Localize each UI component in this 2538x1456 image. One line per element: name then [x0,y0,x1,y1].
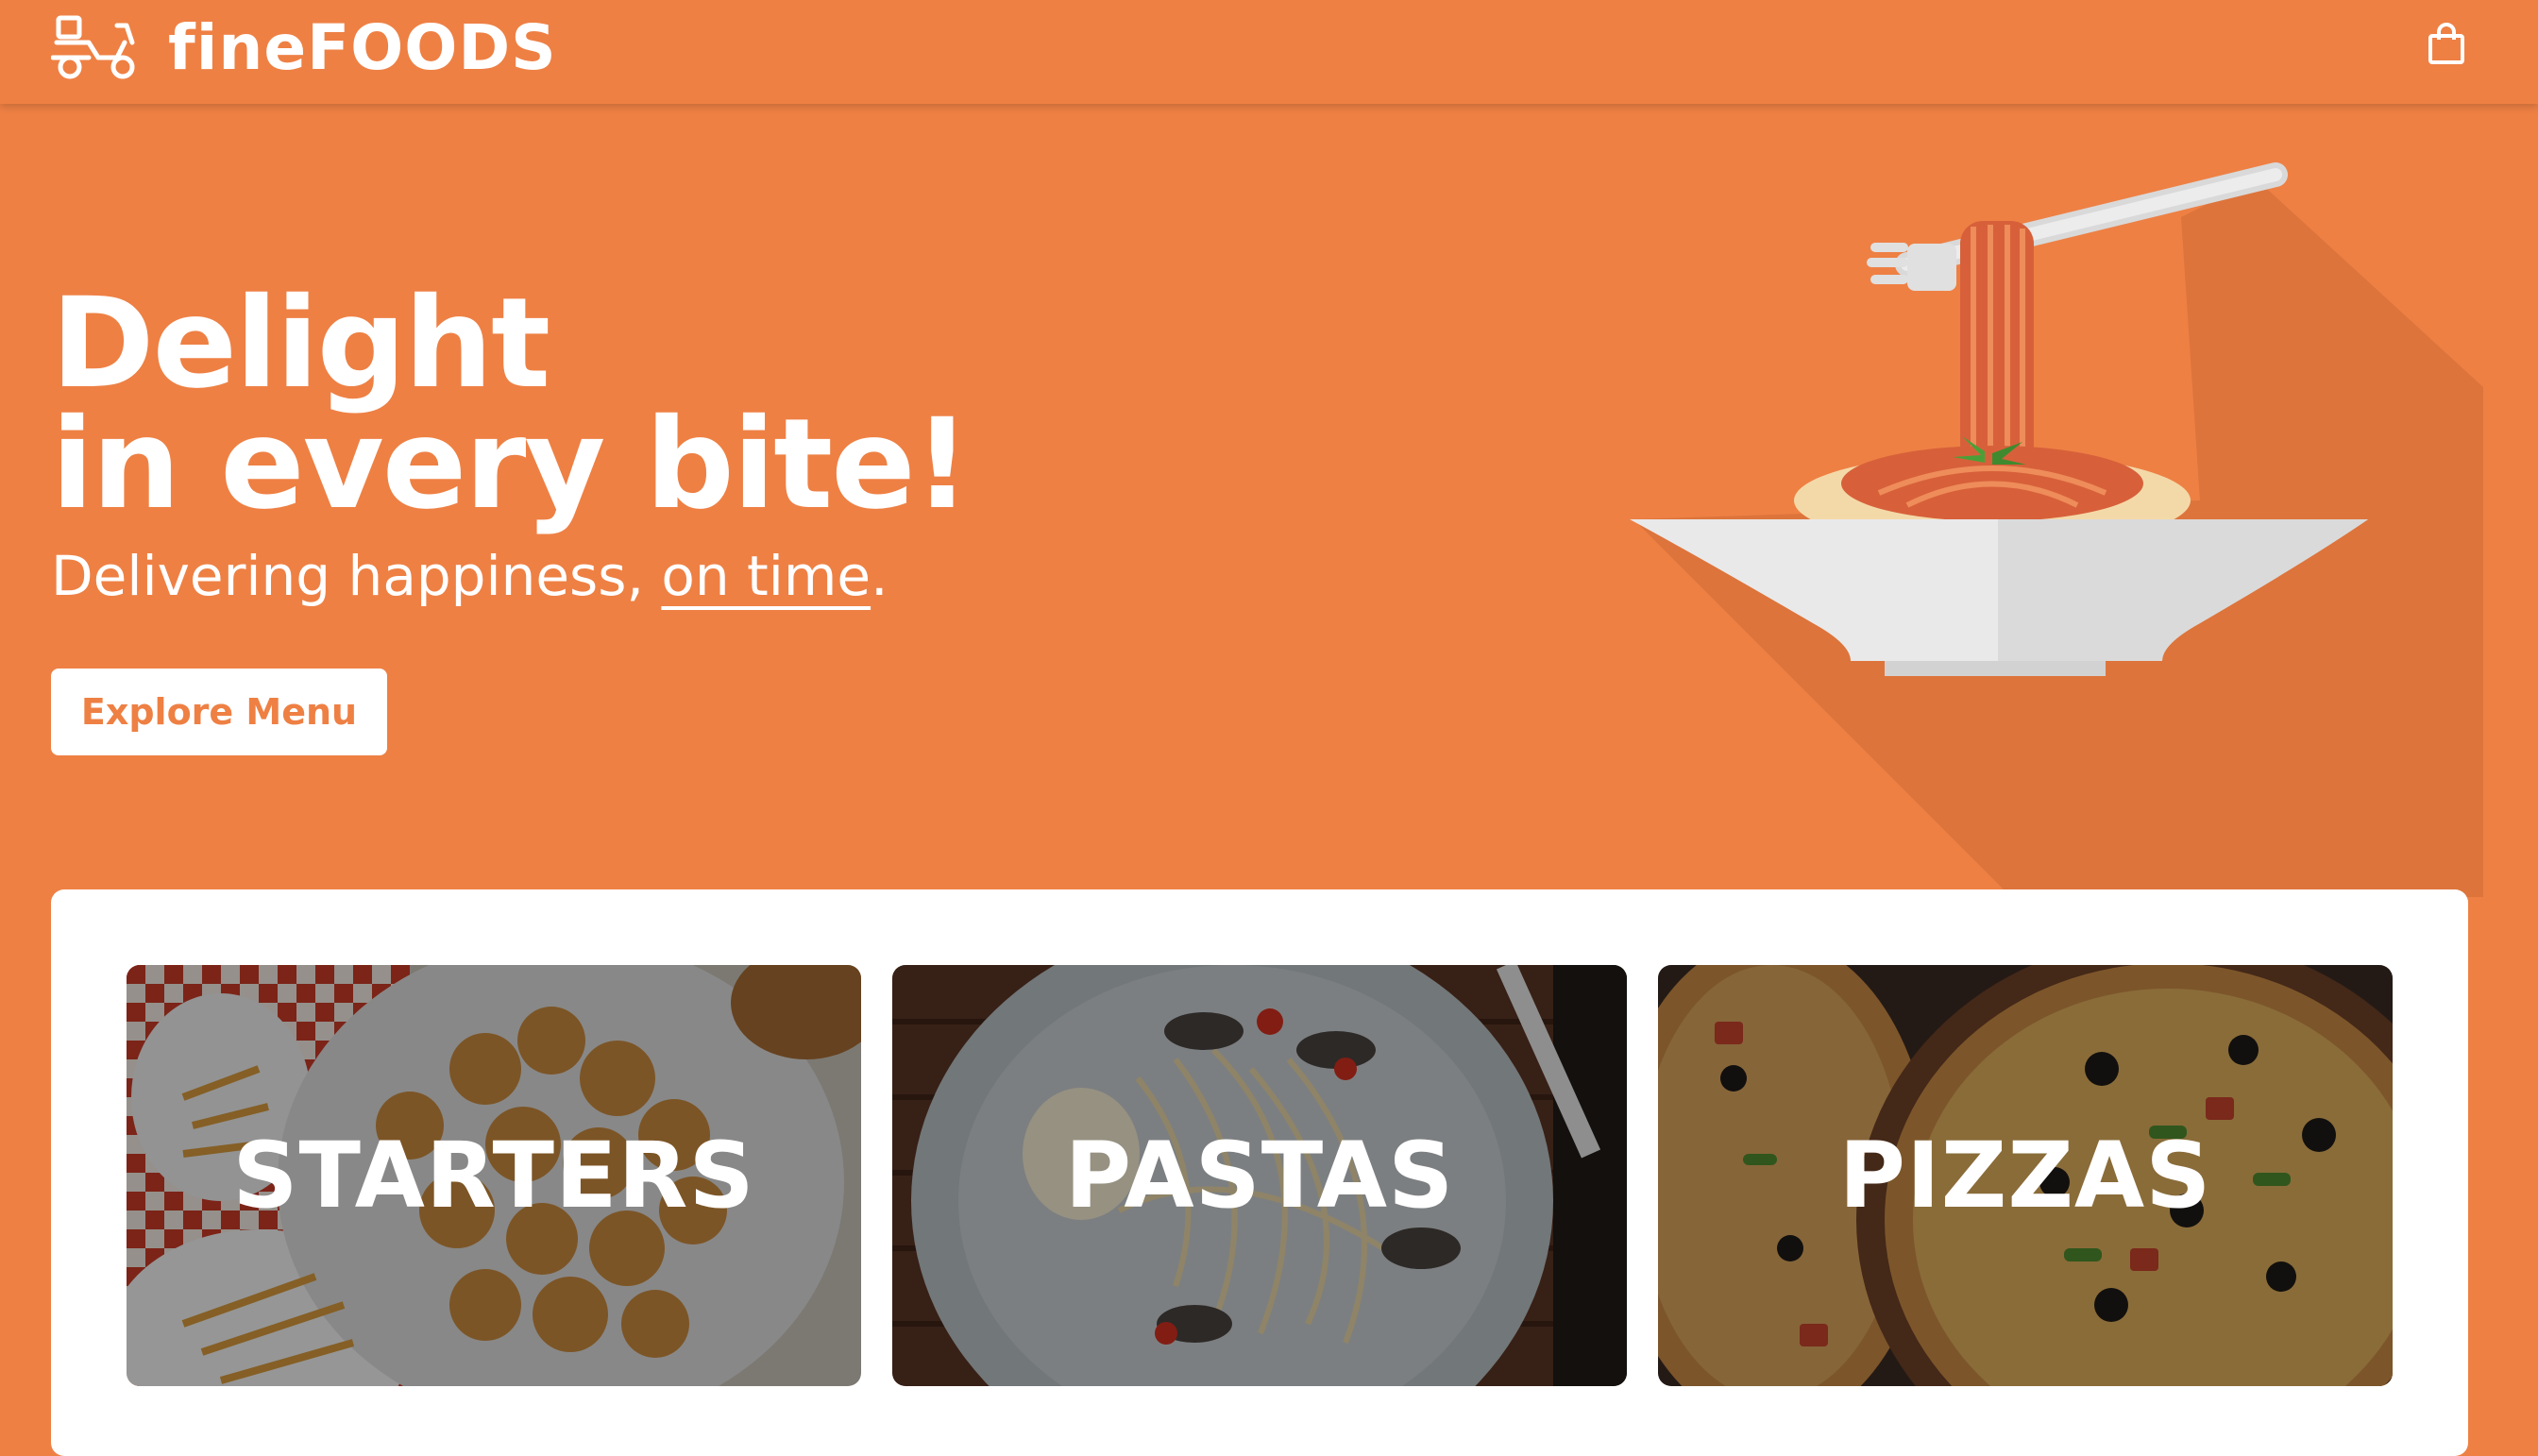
brand-wordmark: fineFOODS [168,11,557,84]
tagline-prefix: Delivering happiness, [51,544,662,608]
tagline-suffix: . [871,544,888,608]
category-card-starters[interactable]: STARTERS [127,965,861,1386]
hero-tagline: Delivering happiness, on time. [51,538,888,614]
top-navbar: fineFOODS [0,0,2538,104]
tagline-emphasis: on time [661,544,871,608]
shopping-bag-icon[interactable] [2427,23,2466,66]
scooter-delivery-icon [51,15,135,79]
pasta-bowl-with-fork-illustration [1630,162,2483,897]
category-label: PIZZAS [1838,1123,2212,1228]
explore-menu-button[interactable]: Explore Menu [51,669,387,755]
hero-title-line-1: Delight [51,271,550,416]
category-card-pizzas[interactable]: PIZZAS [1658,965,2393,1386]
hero-title-line-2: in every bite! [51,392,971,537]
brand-logo[interactable]: fineFOODS [51,6,557,91]
category-card-pastas[interactable]: PASTAS [892,965,1627,1386]
category-label: STARTERS [232,1123,755,1228]
category-label: PASTAS [1064,1123,1455,1228]
categories-panel: STARTERS PASTAS PIZZAS [51,889,2468,1456]
hero-title: Delight in every bite! [51,271,971,537]
